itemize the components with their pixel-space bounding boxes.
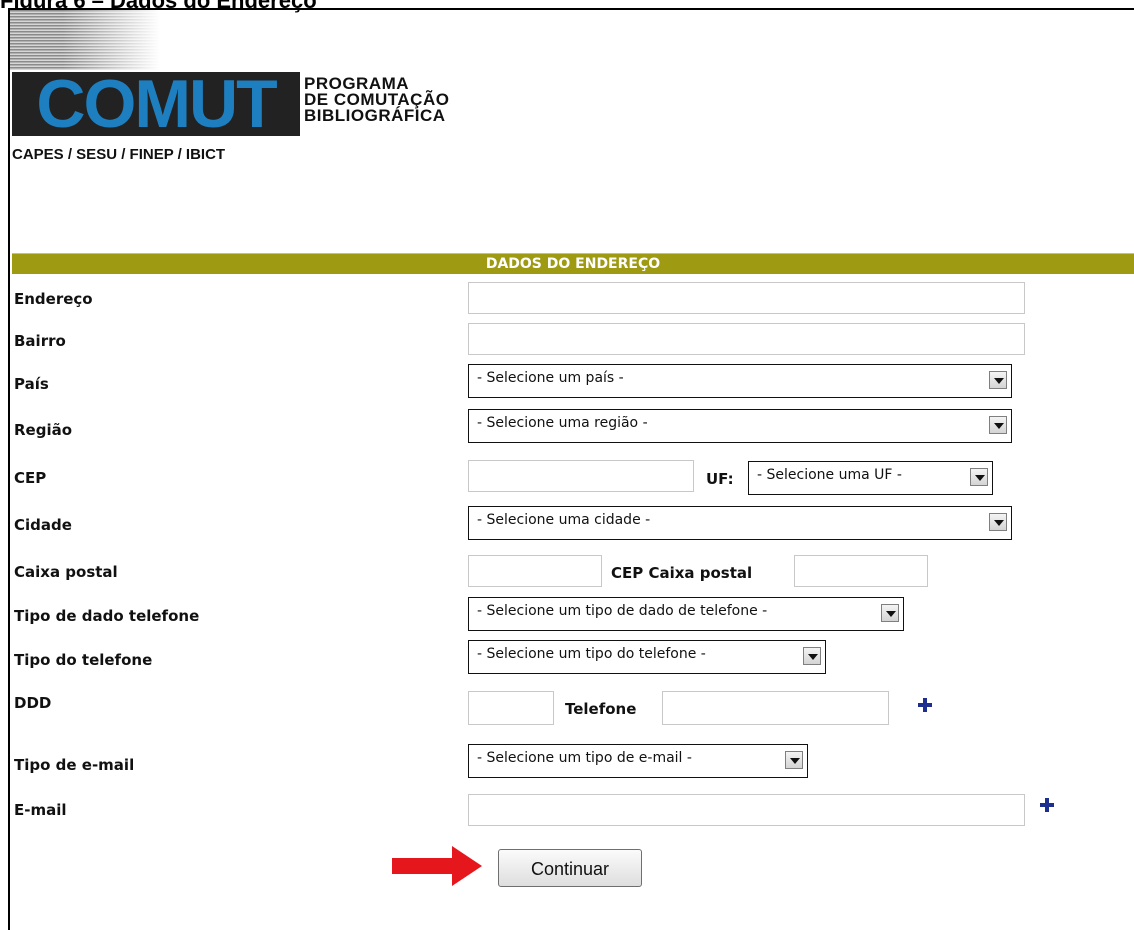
cep-caixa-postal-input[interactable] [794, 555, 928, 587]
ddd-input[interactable] [468, 691, 554, 725]
tipo-dado-telefone-select[interactable]: - Selecione um tipo de dado de telefone … [468, 597, 904, 631]
endereco-label: Endereço [14, 290, 93, 308]
cidade-label: Cidade [14, 516, 72, 534]
chevron-down-icon[interactable] [989, 416, 1007, 434]
cep-input[interactable] [468, 460, 694, 492]
bairro-input[interactable] [468, 323, 1025, 355]
caixa-postal-input[interactable] [468, 555, 602, 587]
email-label: E-mail [14, 801, 67, 819]
logo-wordmark: COMUT [12, 72, 300, 136]
endereco-input[interactable] [468, 282, 1025, 314]
add-phone-plus-icon[interactable] [918, 698, 932, 712]
logo-subtitle: PROGRAMA DE COMUTAÇÃO BIBLIOGRÁFICA [304, 75, 449, 125]
cidade-select[interactable]: - Selecione uma cidade - [468, 506, 1012, 540]
header-decoration [10, 10, 160, 70]
tipo-email-select[interactable]: - Selecione um tipo de e-mail - [468, 744, 808, 778]
add-email-plus-icon[interactable] [1040, 798, 1054, 812]
bairro-label: Bairro [14, 332, 66, 350]
caixa-postal-label: Caixa postal [14, 563, 118, 581]
telefone-input[interactable] [662, 691, 889, 725]
chevron-down-icon[interactable] [989, 513, 1007, 531]
tipo-dado-telefone-label: Tipo de dado telefone [14, 607, 200, 625]
regiao-select[interactable]: - Selecione uma região - [468, 409, 1012, 443]
uf-label: UF: [706, 470, 734, 488]
uf-select[interactable]: - Selecione uma UF - [748, 461, 993, 495]
tipo-telefone-label: Tipo do telefone [14, 651, 153, 669]
ddd-label: DDD [14, 694, 52, 712]
arrow-right-icon [392, 846, 482, 886]
logo-tagline: CAPES / SESU / FINEP / IBICT [12, 146, 226, 163]
chevron-down-icon[interactable] [970, 468, 988, 486]
regiao-label: Região [14, 421, 73, 439]
cidade-select-value: - Selecione uma cidade - [477, 512, 651, 528]
uf-select-value: - Selecione uma UF - [757, 467, 902, 483]
tipo-email-label: Tipo de e-mail [14, 756, 135, 774]
cep-caixa-postal-label: CEP Caixa postal [611, 564, 753, 582]
tipo-dado-telefone-select-value: - Selecione um tipo de dado de telefone … [477, 603, 768, 619]
pais-select-value: - Selecione um país - [477, 370, 624, 386]
logo-subtitle-line: BIBLIOGRÁFICA [304, 106, 446, 125]
section-header: DADOS DO ENDEREÇO [12, 253, 1134, 274]
continue-button[interactable]: Continuar [498, 849, 642, 887]
chevron-down-icon[interactable] [785, 751, 803, 769]
regiao-select-value: - Selecione uma região - [477, 415, 648, 431]
pais-select[interactable]: - Selecione um país - [468, 364, 1012, 398]
email-input[interactable] [468, 794, 1025, 826]
chevron-down-icon[interactable] [989, 371, 1007, 389]
telefone-label: Telefone [565, 700, 637, 718]
chevron-down-icon[interactable] [881, 604, 899, 622]
comut-logo: COMUT PROGRAMA DE COMUTAÇÃO BIBLIOGRÁFIC… [12, 72, 488, 136]
cep-label: CEP [14, 469, 47, 487]
chevron-down-icon[interactable] [803, 647, 821, 665]
tipo-email-select-value: - Selecione um tipo de e-mail - [477, 750, 692, 766]
tipo-telefone-select-value: - Selecione um tipo do telefone - [477, 646, 706, 662]
pais-label: País [14, 375, 49, 393]
tipo-telefone-select[interactable]: - Selecione um tipo do telefone - [468, 640, 826, 674]
